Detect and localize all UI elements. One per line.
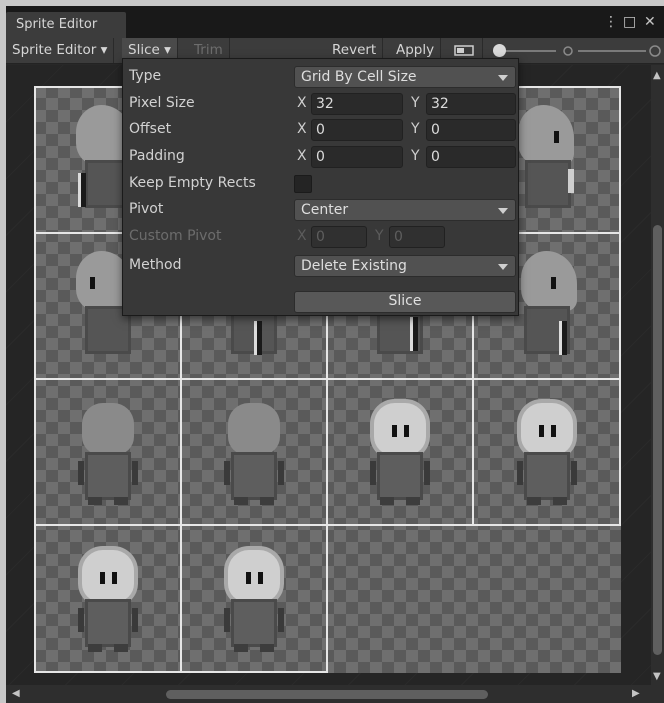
pixel-size-x-field[interactable]: 32 bbox=[311, 93, 403, 115]
keep-empty-rects-label: Keep Empty Rects bbox=[129, 175, 256, 191]
padding-row: Padding X 0 Y 0 bbox=[123, 146, 518, 168]
custom-pivot-row: Custom Pivot X 0 Y 0 bbox=[123, 226, 518, 248]
vertical-scroll-thumb[interactable] bbox=[653, 225, 662, 655]
type-row: Type Grid By Cell Size bbox=[123, 66, 518, 88]
custom-pivot-y-field: 0 bbox=[389, 226, 445, 248]
sprite-round-front bbox=[214, 544, 294, 654]
custom-pivot-x-label: X bbox=[297, 228, 307, 244]
pixel-size-label: Pixel Size bbox=[129, 95, 195, 111]
sprite-editor-window: Sprite Editor ⋮ □ ✕ Sprite Editor ▾ Slic… bbox=[6, 6, 664, 703]
chevron-down-icon bbox=[498, 75, 508, 81]
scroll-left-icon[interactable]: ◀ bbox=[12, 689, 20, 699]
method-dropdown[interactable]: Delete Existing bbox=[294, 255, 516, 277]
close-icon[interactable]: ✕ bbox=[644, 13, 656, 31]
sprite-round-front bbox=[360, 397, 440, 507]
padding-label: Padding bbox=[129, 148, 185, 164]
padding-y-label: Y bbox=[411, 148, 420, 164]
rgb-channel-icon bbox=[454, 45, 474, 56]
pixel-size-row: Pixel Size X 32 Y 32 bbox=[123, 93, 518, 115]
pivot-dropdown[interactable]: Center bbox=[294, 199, 516, 221]
padding-y-field[interactable]: 0 bbox=[426, 146, 516, 168]
sprite-round-back bbox=[68, 397, 148, 507]
chevron-down-icon bbox=[498, 264, 508, 270]
zoom-in-icon bbox=[648, 45, 662, 57]
scroll-down-icon[interactable]: ▼ bbox=[653, 672, 661, 682]
sprite-cell[interactable] bbox=[180, 524, 328, 673]
vertical-scrollbar[interactable]: ▲ ▼ bbox=[651, 65, 664, 685]
maximize-icon[interactable]: □ bbox=[623, 13, 636, 31]
sprite-round-front bbox=[68, 544, 148, 654]
sprite-round-front bbox=[507, 397, 587, 507]
type-dropdown[interactable]: Grid By Cell Size bbox=[294, 66, 516, 88]
keep-empty-rects-row: Keep Empty Rects bbox=[123, 173, 518, 195]
zoom-slider-track[interactable] bbox=[578, 50, 646, 52]
custom-pivot-y-label: Y bbox=[375, 228, 384, 244]
chevron-down-icon bbox=[498, 208, 508, 214]
pixel-size-y-field[interactable]: 32 bbox=[426, 93, 516, 115]
custom-pivot-x-field: 0 bbox=[311, 226, 367, 248]
sprite-cell[interactable] bbox=[180, 378, 328, 526]
alpha-slider-knob[interactable] bbox=[493, 44, 506, 57]
scroll-up-icon[interactable]: ▲ bbox=[653, 71, 661, 81]
pivot-label: Pivot bbox=[129, 201, 164, 217]
zoom-out-icon bbox=[562, 45, 574, 61]
sprite-cell[interactable] bbox=[326, 378, 474, 526]
custom-pivot-label: Custom Pivot bbox=[129, 228, 222, 244]
padding-x-label: X bbox=[297, 148, 307, 164]
mode-dropdown[interactable]: Sprite Editor ▾ bbox=[6, 38, 115, 63]
method-label: Method bbox=[129, 257, 182, 273]
pixel-size-y-label: Y bbox=[411, 95, 420, 111]
slice-button[interactable]: Slice bbox=[294, 291, 516, 313]
method-value: Delete Existing bbox=[301, 258, 407, 274]
sprite-cell[interactable] bbox=[472, 378, 621, 526]
sprite-cell[interactable] bbox=[34, 524, 182, 673]
method-row: Method Delete Existing bbox=[123, 255, 518, 277]
offset-label: Offset bbox=[129, 121, 172, 137]
sprite-cell[interactable] bbox=[34, 378, 182, 526]
type-value: Grid By Cell Size bbox=[301, 69, 417, 85]
pixel-size-x-label: X bbox=[297, 95, 307, 111]
tab-bar: Sprite Editor ⋮ □ ✕ bbox=[6, 6, 664, 38]
scroll-right-icon[interactable]: ▶ bbox=[632, 689, 640, 699]
pivot-value: Center bbox=[301, 202, 349, 218]
slice-popup: Type Grid By Cell Size Pixel Size X 32 Y… bbox=[122, 58, 519, 316]
offset-y-label: Y bbox=[411, 121, 420, 137]
horizontal-scroll-thumb[interactable] bbox=[166, 690, 488, 699]
type-label: Type bbox=[129, 68, 162, 84]
offset-row: Offset X 0 Y 0 bbox=[123, 119, 518, 141]
offset-x-field[interactable]: 0 bbox=[311, 119, 403, 141]
tab-sprite-editor[interactable]: Sprite Editor bbox=[6, 12, 126, 38]
padding-x-field[interactable]: 0 bbox=[311, 146, 403, 168]
offset-x-label: X bbox=[297, 121, 307, 137]
pivot-row: Pivot Center bbox=[123, 199, 518, 221]
sprite-round-back bbox=[214, 397, 294, 507]
horizontal-scrollbar[interactable]: ◀ ▶ bbox=[6, 685, 664, 703]
more-options-icon[interactable]: ⋮ bbox=[604, 13, 618, 31]
sprite-hooded-side bbox=[508, 105, 588, 215]
offset-y-field[interactable]: 0 bbox=[426, 119, 516, 141]
keep-empty-rects-checkbox[interactable] bbox=[294, 175, 312, 193]
